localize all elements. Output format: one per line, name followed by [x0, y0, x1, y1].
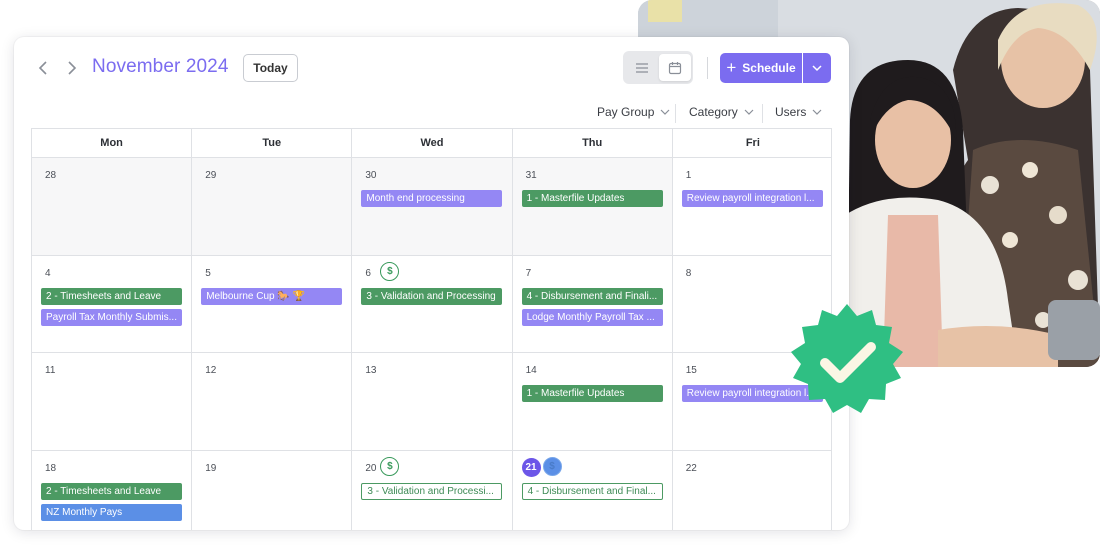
day-number: 6	[365, 267, 371, 279]
filter-bar: Pay Group Category Users	[14, 99, 849, 127]
day-cell[interactable]: 4 2 - Timesheets and Leave Payroll Tax M…	[32, 255, 193, 352]
calendar-event[interactable]: 2 - Timesheets and Leave	[41, 482, 182, 500]
weekday-fri: Fri	[745, 137, 760, 149]
calendar-event[interactable]: 1 - Masterfile Updates	[521, 190, 663, 207]
month-title: November 2024	[92, 56, 229, 77]
day-number: 1	[685, 170, 692, 181]
day-number: 13	[365, 365, 377, 376]
view-toggle	[623, 51, 693, 84]
toolbar-divider	[707, 57, 708, 79]
dollar-icon[interactable]: $	[380, 456, 400, 476]
day-cell[interactable]: 22	[673, 451, 833, 531]
filter-users[interactable]: Users	[775, 105, 822, 119]
week-row: 28 29 30 Month end processing 31 1 - Mas…	[31, 158, 832, 256]
calendar-event[interactable]: 4 - Disbursement and Final...	[521, 482, 663, 500]
weekday-mon: Mon	[32, 129, 193, 157]
day-cell[interactable]: 19	[192, 450, 353, 530]
filter-category[interactable]: Category	[689, 105, 754, 119]
plus-icon: +	[726, 58, 737, 77]
day-number: 20	[365, 462, 377, 474]
day-cell[interactable]: 12	[192, 353, 353, 450]
verified-check-icon	[787, 302, 907, 422]
day-cell[interactable]: 1 Review payroll integration l...	[673, 158, 833, 255]
calendar-toolbar: November 2024 Today + Schedule	[14, 37, 849, 99]
day-number: 19	[205, 462, 217, 474]
schedule-label: Schedule	[742, 61, 796, 75]
filter-divider	[762, 104, 763, 123]
calendar-event[interactable]: 2 - Timesheets and Leave	[41, 287, 182, 305]
day-cell[interactable]: 29	[192, 158, 353, 255]
dollar-icon[interactable]: $	[542, 456, 562, 476]
calendar-event[interactable]: 3 - Validation and Processing	[361, 287, 503, 305]
day-number: 14	[525, 365, 537, 376]
day-number: 18	[45, 462, 57, 474]
day-number: 30	[365, 170, 377, 181]
schedule-dropdown-button[interactable]	[803, 53, 831, 83]
calendar-event[interactable]: NZ Monthly Pays	[41, 503, 182, 521]
today-marker: 21	[521, 457, 541, 477]
day-number: 8	[685, 267, 692, 279]
filter-label: Category	[689, 105, 738, 119]
chevron-down-icon	[812, 65, 822, 72]
day-number: 5	[205, 267, 211, 279]
filter-label: Users	[775, 105, 807, 119]
weekday-header: Mon Tue Wed Thu Fri	[31, 128, 832, 158]
today-button[interactable]: Today	[243, 54, 298, 82]
day-number: 7	[525, 267, 532, 279]
chevron-down-icon	[660, 109, 670, 115]
chevron-down-icon	[812, 109, 822, 115]
day-number: 22	[685, 462, 697, 474]
day-cell[interactable]: 21 $ 4 - Disbursement and Final...	[513, 450, 673, 530]
day-cell[interactable]: 30 Month end processing	[352, 158, 513, 255]
day-cell[interactable]: 5 Melbourne Cup 🐎 🏆	[192, 255, 353, 352]
schedule-button[interactable]: + Schedule	[720, 53, 802, 83]
calendar-event[interactable]: Lodge Monthly Payroll Tax ...	[521, 308, 663, 326]
day-cell[interactable]: 18 2 - Timesheets and Leave NZ Monthly P…	[32, 450, 193, 530]
weekday-thu: Thu	[513, 129, 673, 157]
calendar-event[interactable]: Review payroll integration l...	[681, 190, 823, 207]
filter-label: Pay Group	[597, 105, 655, 119]
day-cell[interactable]: 20 $ 3 - Validation and Processi...	[352, 450, 513, 530]
day-cell[interactable]: 11	[32, 353, 193, 450]
day-number: 29	[205, 170, 217, 181]
chevron-down-icon	[744, 109, 754, 115]
calendar-card: November 2024 Today + Schedule Pay Group…	[14, 37, 849, 530]
calendar-event[interactable]: 1 - Masterfile Updates	[521, 385, 663, 402]
calendar-event[interactable]: 3 - Validation and Processi...	[361, 482, 503, 500]
calendar-event[interactable]: 4 - Disbursement and Finali...	[521, 287, 663, 305]
day-cell[interactable]: 6 $ 3 - Validation and Processing	[352, 255, 513, 352]
filter-pay-group[interactable]: Pay Group	[597, 105, 670, 119]
chevron-left-icon[interactable]	[36, 59, 52, 77]
day-cell[interactable]: 7 4 - Disbursement and Finali... Lodge M…	[513, 255, 673, 352]
weekday-wed: Wed	[352, 129, 513, 157]
calendar-event[interactable]: Month end processing	[361, 190, 503, 207]
weekday-tue: Tue	[192, 129, 353, 157]
chevron-right-icon[interactable]	[63, 59, 79, 77]
filter-divider	[675, 104, 676, 123]
calendar-view-icon[interactable]	[659, 54, 691, 81]
day-number: 4	[45, 267, 51, 279]
dollar-icon[interactable]: $	[380, 261, 400, 281]
day-number: 28	[45, 170, 57, 181]
calendar-event[interactable]: Melbourne Cup 🐎 🏆	[201, 287, 343, 305]
list-view-icon[interactable]	[626, 54, 658, 81]
day-cell[interactable]: 28	[32, 158, 193, 255]
page: November 2024 Today + Schedule Pay Group…	[0, 0, 1100, 550]
day-number: 31	[525, 170, 537, 181]
day-number: 12	[205, 365, 217, 376]
calendar-event[interactable]: Payroll Tax Monthly Submis...	[41, 308, 182, 326]
day-cell[interactable]: 31 1 - Masterfile Updates	[512, 158, 673, 255]
day-number: 11	[45, 365, 56, 376]
week-row: 4 2 - Timesheets and Leave Payroll Tax M…	[31, 255, 832, 353]
week-row: 18 2 - Timesheets and Leave NZ Monthly P…	[31, 450, 833, 531]
day-cell[interactable]: 14 1 - Masterfile Updates	[513, 353, 673, 450]
calendar-grid: Mon Tue Wed Thu Fri 28 29 30 Month end p…	[31, 128, 832, 530]
week-row: 11 12 13 14 1 - Masterfile Updates 15 Re…	[31, 353, 832, 451]
day-number: 15	[685, 365, 697, 376]
day-cell[interactable]: 13	[352, 353, 513, 450]
